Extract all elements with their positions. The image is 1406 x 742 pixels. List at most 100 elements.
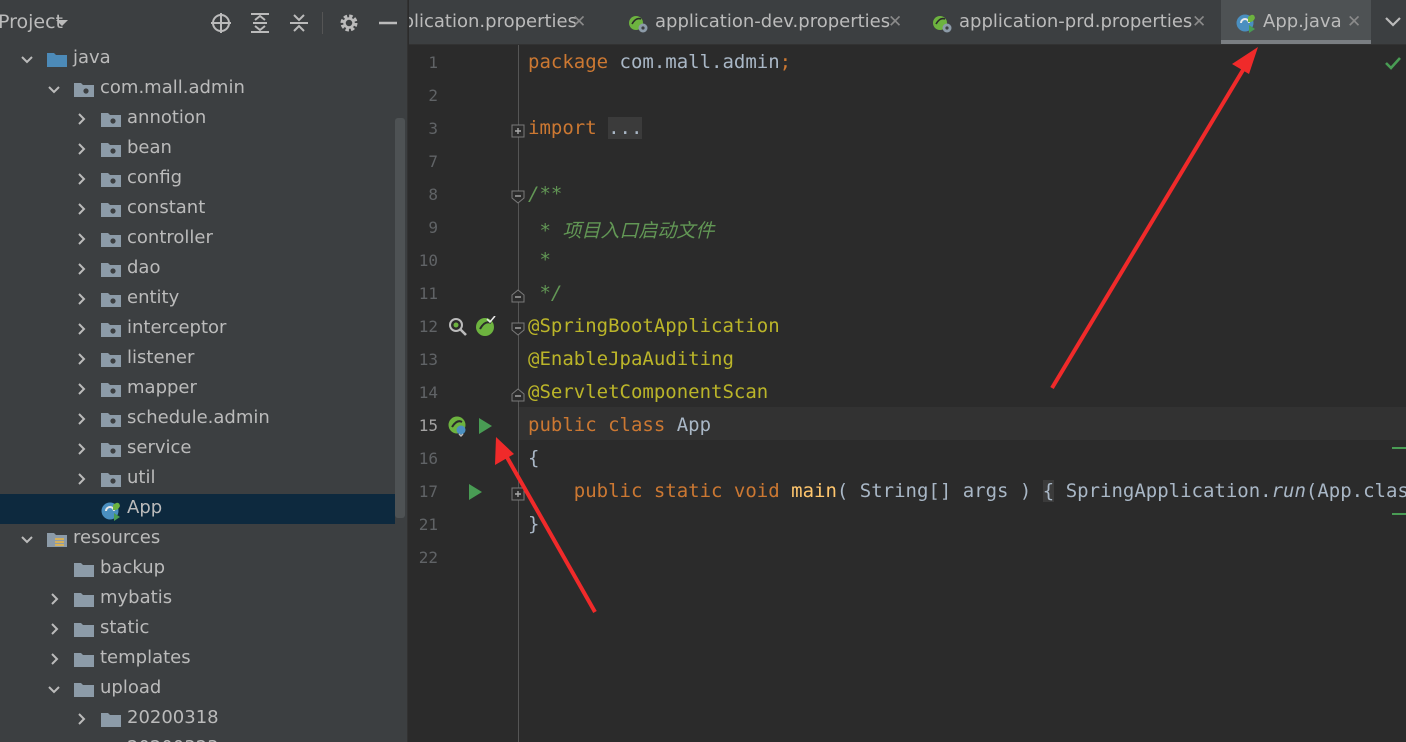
- chevron-right-icon[interactable]: [47, 652, 61, 666]
- code-line-10[interactable]: *: [528, 249, 550, 271]
- tree-item-config[interactable]: config: [0, 164, 395, 194]
- line-number[interactable]: 15: [409, 416, 438, 435]
- line-number[interactable]: 13: [409, 350, 438, 369]
- code-line-9[interactable]: * 项目入口启动文件: [528, 216, 714, 243]
- minimize-icon[interactable]: [377, 12, 399, 34]
- tree-item-mybatis[interactable]: mybatis: [0, 584, 395, 614]
- tree-item-templates[interactable]: templates: [0, 644, 395, 674]
- chevron-down-icon[interactable]: [20, 52, 34, 66]
- tree-item-bean[interactable]: bean: [0, 134, 395, 164]
- tab-application-properties[interactable]: application.properties✕: [409, 0, 596, 44]
- tree-item-listener[interactable]: listener: [0, 344, 395, 374]
- line-number[interactable]: 21: [409, 515, 438, 534]
- tree-item-static[interactable]: static: [0, 614, 395, 644]
- code-editor[interactable]: 1 package com.mall.admin; 2 3 import ... 7 8 /*…: [409, 45, 1406, 742]
- tree-item-interceptor[interactable]: interceptor: [0, 314, 395, 344]
- close-icon[interactable]: ✕: [1192, 12, 1206, 32]
- fold-toggle-icon[interactable]: [511, 190, 525, 204]
- fold-toggle-icon[interactable]: [511, 322, 525, 336]
- code-line-13[interactable]: @EnableJpaAuditing: [528, 348, 734, 370]
- close-icon[interactable]: ✕: [1347, 12, 1361, 32]
- chevron-down-icon[interactable]: [20, 532, 34, 546]
- tree-item-20200323[interactable]: 20200323: [0, 734, 395, 742]
- tree-item-dao[interactable]: dao: [0, 254, 395, 284]
- line-number[interactable]: 17: [409, 482, 438, 501]
- tree-item-controller[interactable]: controller: [0, 224, 395, 254]
- chevron-right-icon[interactable]: [74, 202, 88, 216]
- chevron-right-icon[interactable]: [47, 622, 61, 636]
- code-line-12[interactable]: @SpringBootApplication: [528, 315, 780, 337]
- chevron-down-icon[interactable]: [47, 82, 61, 96]
- line-number[interactable]: 3: [409, 119, 438, 138]
- run-icon[interactable]: [475, 415, 497, 437]
- chevron-down-icon[interactable]: [1384, 14, 1402, 30]
- close-icon[interactable]: ✕: [572, 12, 586, 32]
- tab-application-dev-properties[interactable]: application-dev.properties ✕: [613, 0, 912, 44]
- chevron-right-icon[interactable]: [47, 592, 61, 606]
- tree-item-entity[interactable]: entity: [0, 284, 395, 314]
- close-icon[interactable]: ✕: [888, 12, 902, 32]
- change-marker[interactable]: [1392, 513, 1406, 515]
- tree-item-annotion[interactable]: annotion: [0, 104, 395, 134]
- chevron-right-icon[interactable]: [74, 292, 88, 306]
- chevron-right-icon[interactable]: [74, 442, 88, 456]
- project-scrollbar[interactable]: [395, 118, 405, 518]
- line-number[interactable]: 11: [409, 284, 438, 303]
- dropdown-caret-icon[interactable]: [55, 13, 69, 33]
- checkmark-icon[interactable]: [1384, 55, 1402, 71]
- code-line-11[interactable]: */: [528, 282, 562, 304]
- tree-item-service[interactable]: service: [0, 434, 395, 464]
- line-number[interactable]: 12: [409, 317, 438, 336]
- tree-item-com-mall-admin[interactable]: com.mall.admin: [0, 74, 395, 104]
- line-number[interactable]: 9: [409, 218, 438, 237]
- tab-app-java[interactable]: App.java ✕: [1221, 0, 1371, 44]
- line-number[interactable]: 22: [409, 548, 438, 567]
- chevron-right-icon[interactable]: [74, 172, 88, 186]
- chevron-right-icon[interactable]: [74, 112, 88, 126]
- code-line-17[interactable]: public static void main( String[] args )…: [528, 480, 1406, 502]
- fold-toggle-icon[interactable]: [511, 487, 525, 501]
- line-number[interactable]: 7: [409, 152, 438, 171]
- chevron-right-icon[interactable]: [74, 142, 88, 156]
- locate-target-icon[interactable]: [210, 12, 232, 34]
- chevron-right-icon[interactable]: [74, 352, 88, 366]
- tree-item-constant[interactable]: constant: [0, 194, 395, 224]
- gear-icon[interactable]: [338, 12, 360, 34]
- line-number[interactable]: 14: [409, 383, 438, 402]
- code-line-8[interactable]: /**: [528, 183, 562, 205]
- tree-item-java[interactable]: java: [0, 44, 395, 74]
- chevron-right-icon[interactable]: [74, 232, 88, 246]
- code-line-1[interactable]: package com.mall.admin;: [528, 51, 791, 73]
- code-line-14[interactable]: @ServletComponentScan: [528, 381, 768, 403]
- tree-item-util[interactable]: util: [0, 464, 395, 494]
- find-usages-icon[interactable]: [447, 316, 469, 338]
- line-number[interactable]: 2: [409, 86, 438, 105]
- chevron-right-icon[interactable]: [74, 472, 88, 486]
- code-line-3[interactable]: import ...: [528, 117, 643, 139]
- chevron-down-icon[interactable]: [47, 682, 61, 696]
- spring-app-icon[interactable]: [447, 415, 469, 437]
- project-panel-title[interactable]: Project: [0, 11, 63, 33]
- tree-item-backup[interactable]: backup: [0, 554, 395, 584]
- chevron-right-icon[interactable]: [74, 412, 88, 426]
- run-icon[interactable]: [465, 481, 487, 503]
- tree-item-20200318[interactable]: 20200318: [0, 704, 395, 734]
- code-line-15[interactable]: public class App: [528, 414, 711, 436]
- fold-toggle-icon[interactable]: [511, 124, 525, 138]
- line-number[interactable]: 8: [409, 185, 438, 204]
- line-number[interactable]: 1: [409, 53, 438, 72]
- fold-toggle-icon[interactable]: [511, 388, 525, 402]
- code-line-16[interactable]: {: [528, 447, 539, 469]
- change-marker[interactable]: [1392, 447, 1406, 449]
- tab-application-prd-properties[interactable]: application-prd.properties ✕: [917, 0, 1216, 44]
- chevron-right-icon[interactable]: [74, 322, 88, 336]
- tree-item-schedule-admin[interactable]: schedule.admin: [0, 404, 395, 434]
- collapse-all-icon[interactable]: [288, 12, 310, 34]
- tree-item-mapper[interactable]: mapper: [0, 374, 395, 404]
- spring-bean-icon[interactable]: [475, 316, 497, 338]
- tree-item-app[interactable]: App: [0, 494, 395, 524]
- expand-all-icon[interactable]: [249, 12, 271, 34]
- tree-item-upload[interactable]: upload: [0, 674, 395, 704]
- tree-item-resources[interactable]: resources: [0, 524, 395, 554]
- fold-toggle-icon[interactable]: [511, 289, 525, 303]
